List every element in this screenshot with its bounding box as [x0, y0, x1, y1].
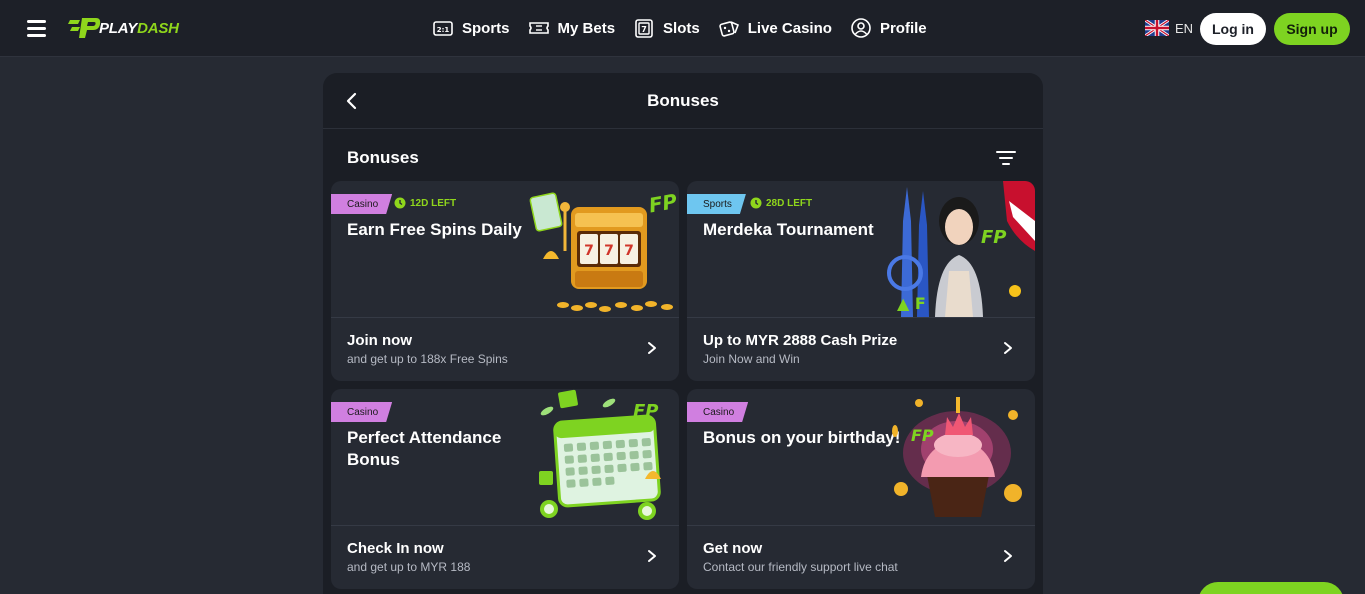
calendar-illustration: FP: [539, 389, 661, 520]
logo-text: PLAYDASH: [99, 19, 179, 37]
clock-icon: [394, 197, 406, 209]
sports-icon: 2:1: [433, 21, 453, 36]
bonus-subtitle: Join Now and Win: [703, 352, 800, 366]
svg-text:FP: FP: [911, 426, 934, 445]
svg-text:FP: FP: [633, 401, 659, 422]
filter-icon[interactable]: [995, 148, 1017, 168]
nav-slots[interactable]: 7 Slots: [633, 17, 700, 39]
panel-header: Bonuses: [323, 73, 1043, 129]
profile-icon: [851, 18, 871, 38]
live-chat-button[interactable]: [1198, 582, 1344, 594]
svg-text:▲ F: ▲ F: [897, 294, 926, 313]
svg-text:7: 7: [624, 243, 634, 259]
nav-live-casino[interactable]: Live Casino: [718, 17, 832, 39]
card-banner: Casino Perfect Attendance Bonus FP: [331, 389, 679, 525]
bonus-subtitle: and get up to 188x Free Spins: [347, 352, 508, 366]
card-banner: Casino 12D LEFT Earn Free Spins Daily 7 …: [331, 181, 679, 317]
cupcake-illustration: FP: [892, 397, 1022, 517]
bonus-card-merdeka[interactable]: Sports 28D LEFT Merdeka Tournament FP ▲ …: [687, 181, 1035, 381]
svg-text:7: 7: [641, 25, 647, 34]
svg-text:7: 7: [604, 243, 614, 259]
bonuses-panel: Bonuses Bonuses Casino 12D LEFT Earn Fre…: [323, 73, 1043, 594]
bonus-cta: Join now: [347, 332, 412, 349]
chevron-right-icon[interactable]: [1001, 341, 1015, 355]
bonus-cta: Up to MYR 2888 Cash Prize: [703, 332, 898, 349]
bonus-title: Merdeka Tournament: [703, 220, 874, 239]
main-nav: 2:1 Sports My Bets 7 Slots Live Casino P…: [432, 16, 945, 40]
bonus-card-attendance[interactable]: Casino Perfect Attendance Bonus FP Check…: [331, 389, 679, 589]
svg-text:FP: FP: [647, 189, 679, 218]
card-banner: Casino Bonus on your birthday! FP: [687, 389, 1035, 525]
slot-machine-illustration: 7 7 7 FP: [529, 189, 679, 312]
bonus-subtitle: Contact our friendly support live chat: [703, 560, 898, 574]
bonus-title: Earn Free Spins Daily: [347, 220, 522, 239]
bonus-card-free-spins[interactable]: Casino 12D LEFT Earn Free Spins Daily 7 …: [331, 181, 679, 381]
dice-icon: [719, 21, 739, 37]
clock-icon: [750, 197, 762, 209]
time-left-badge: 28D LEFT: [750, 197, 812, 209]
bonus-title: Perfect Attendance Bonus: [347, 428, 502, 469]
chevron-right-icon[interactable]: [1001, 549, 1015, 563]
category-tag: Casino: [331, 402, 392, 422]
category-tag: Casino: [331, 194, 392, 214]
bonus-cta: Get now: [703, 540, 763, 557]
nav-sports[interactable]: 2:1 Sports: [432, 17, 510, 39]
logo-mark-icon: [68, 18, 101, 38]
merdeka-illustration: FP ▲ F: [887, 181, 1035, 317]
language-selector[interactable]: EN: [1145, 20, 1193, 36]
page-title: Bonuses: [647, 91, 719, 110]
category-tag: Sports: [687, 194, 746, 214]
top-bar: PLAYDASH 2:1 Sports My Bets 7 Slots Live…: [0, 0, 1365, 57]
slot-icon: 7: [635, 19, 653, 38]
nav-my-bets[interactable]: My Bets: [528, 17, 615, 39]
ticket-icon: [528, 22, 549, 34]
login-button[interactable]: Log in: [1200, 13, 1266, 45]
time-left-badge: 12D LEFT: [394, 197, 456, 209]
chevron-right-icon[interactable]: [645, 341, 659, 355]
card-banner: Sports 28D LEFT Merdeka Tournament FP ▲ …: [687, 181, 1035, 317]
svg-text:7: 7: [584, 243, 594, 259]
chevron-right-icon[interactable]: [645, 549, 659, 563]
section-title: Bonuses: [347, 148, 419, 167]
nav-profile[interactable]: Profile: [850, 17, 927, 39]
uk-flag-icon: [1145, 20, 1169, 36]
signup-button[interactable]: Sign up: [1274, 13, 1350, 45]
bonus-card-birthday[interactable]: Casino Bonus on your birthday! FP Get no…: [687, 389, 1035, 589]
svg-text:2:1: 2:1: [437, 26, 450, 34]
category-tag: Casino: [687, 402, 748, 422]
svg-text:FP: FP: [981, 227, 1007, 248]
language-code: EN: [1175, 20, 1194, 36]
bonus-cta: Check In now: [347, 540, 444, 557]
playdash-logo[interactable]: PLAYDASH: [68, 16, 179, 40]
bonus-title: Bonus on your birthday!: [703, 428, 901, 447]
menu-icon[interactable]: [27, 20, 46, 37]
bonus-subtitle: and get up to MYR 188: [347, 560, 471, 574]
